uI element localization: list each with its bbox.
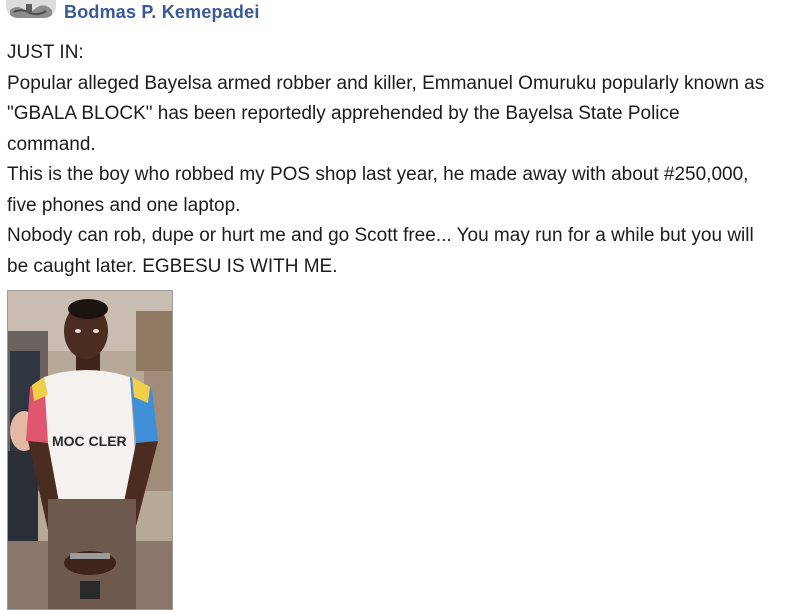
avatar-image bbox=[6, 0, 56, 18]
post-paragraph: Nobody can rob, dupe or hurt me and go S… bbox=[7, 225, 754, 277]
post-text: JUST IN: Popular alleged Bayelsa armed r… bbox=[7, 38, 767, 282]
post-photo[interactable]: MOC CLER bbox=[7, 290, 173, 610]
author-avatar[interactable] bbox=[6, 0, 56, 18]
post-paragraph: JUST IN: bbox=[7, 42, 84, 63]
shirt-lettering: MOC CLER bbox=[52, 433, 127, 449]
suspect-photo-image: MOC CLER bbox=[8, 291, 172, 609]
post-paragraph: Popular alleged Bayelsa armed robber and… bbox=[7, 72, 765, 155]
post-paragraph: This is the boy who robbed my POS shop l… bbox=[7, 164, 749, 216]
author-name-link[interactable]: Bodmas P. Kemepadei bbox=[64, 2, 260, 23]
